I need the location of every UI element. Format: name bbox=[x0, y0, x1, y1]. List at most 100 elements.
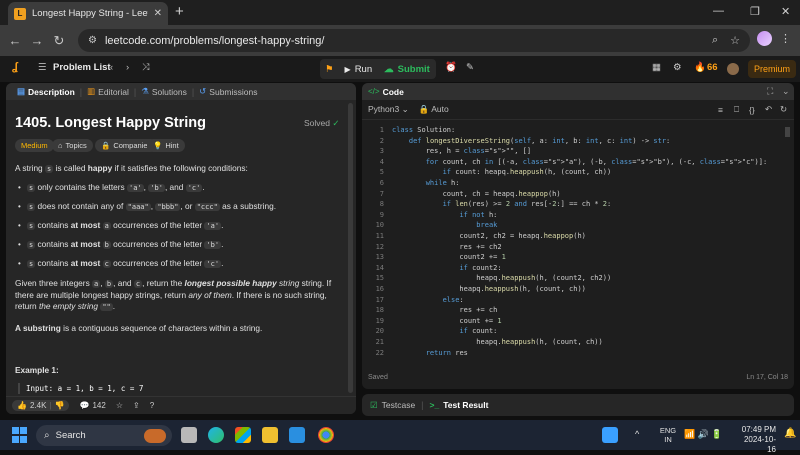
bookmark-star-icon[interactable]: ☆ bbox=[730, 34, 740, 47]
text: Given three integers bbox=[15, 278, 93, 288]
reload-icon[interactable]: ↻ bbox=[48, 33, 70, 49]
profile-avatar[interactable] bbox=[757, 31, 772, 46]
auto-toggle[interactable]: 🔒 Auto bbox=[419, 104, 449, 115]
like-count: 2.4K bbox=[29, 401, 47, 410]
problem-list-link[interactable]: Problem List bbox=[53, 62, 111, 73]
code-line[interactable]: res += ch bbox=[392, 306, 497, 314]
site-info-icon[interactable]: ⚙ bbox=[88, 35, 97, 46]
code-line[interactable]: res, h = class="s">"", [] bbox=[392, 147, 531, 155]
user-avatar[interactable] bbox=[727, 63, 739, 75]
bookmark-icon[interactable]: ⎕ bbox=[734, 104, 739, 115]
next-problem-icon[interactable]: › bbox=[126, 62, 129, 73]
debug-icon[interactable]: ⚑ bbox=[320, 59, 339, 79]
hint-badge[interactable]: 💡 Hint bbox=[147, 139, 185, 152]
problem-title[interactable]: 1405. Longest Happy String bbox=[15, 115, 206, 131]
new-tab-icon[interactable]: + bbox=[175, 4, 184, 20]
tab-test-result[interactable]: >_ Test Result bbox=[430, 400, 489, 410]
like-button[interactable]: 👍 2.4K | 👎 bbox=[12, 400, 70, 411]
language-indicator[interactable]: ENG IN bbox=[658, 426, 678, 444]
code-line[interactable]: res += ch2 bbox=[392, 243, 501, 251]
task-view-icon[interactable] bbox=[181, 427, 197, 443]
inline-code: 'c' bbox=[204, 260, 222, 268]
chrome-icon[interactable] bbox=[318, 427, 334, 443]
comments-button[interactable]: 💬 142 bbox=[79, 401, 105, 410]
notes-icon[interactable]: ✎ bbox=[466, 62, 474, 73]
code-editor[interactable]: 1 class Solution: 2 def longestDiverseStri… bbox=[362, 126, 794, 366]
timer-icon[interactable]: ⏰ bbox=[445, 62, 457, 73]
code-line[interactable]: count2 += 1 bbox=[392, 253, 505, 261]
layout-icon[interactable]: ▦ bbox=[652, 62, 661, 73]
help-icon[interactable]: ? bbox=[150, 401, 154, 410]
code-line[interactable]: return res bbox=[392, 349, 468, 357]
windows-start-icon[interactable] bbox=[12, 427, 28, 443]
reset-icon[interactable]: ↻ bbox=[780, 104, 787, 115]
address-bar[interactable]: ⚙ leetcode.com/problems/longest-happy-st… bbox=[78, 29, 750, 52]
undo-icon[interactable]: ↶ bbox=[765, 104, 772, 115]
share-icon[interactable]: ⇪ bbox=[133, 401, 140, 410]
tab-editorial[interactable]: ▥ Editorial bbox=[82, 86, 134, 97]
tab-description[interactable]: ▤ Description bbox=[12, 86, 80, 97]
editor-scrollbar[interactable] bbox=[785, 127, 790, 137]
taskbar-search[interactable]: ⌕ Search bbox=[36, 425, 172, 446]
topics-badge[interactable]: ⌂ Topics bbox=[52, 139, 93, 152]
tab-submissions[interactable]: ↺ Submissions bbox=[194, 86, 262, 97]
code-line[interactable]: if not h: bbox=[392, 211, 497, 219]
vscode-icon[interactable] bbox=[289, 427, 305, 443]
restore-icon[interactable]: ❐ bbox=[750, 5, 760, 18]
edge-icon[interactable] bbox=[208, 427, 224, 443]
store-icon[interactable] bbox=[235, 427, 251, 443]
run-button[interactable]: ▶ Run bbox=[339, 59, 379, 79]
code-line[interactable]: count, ch = heapq.heappop(h) bbox=[392, 190, 561, 198]
braces-icon[interactable]: {} bbox=[749, 105, 755, 115]
forward-icon[interactable]: → bbox=[26, 33, 48, 48]
browser-tab[interactable]: L Longest Happy String - LeetCod ✕ bbox=[8, 2, 168, 25]
code-line[interactable]: break bbox=[392, 221, 497, 229]
zoom-icon[interactable]: ⌕ bbox=[712, 34, 718, 47]
browser-menu-icon[interactable]: ⋮ bbox=[780, 32, 791, 45]
list-icon: ☰ bbox=[38, 62, 47, 73]
window-close-icon[interactable]: ✕ bbox=[781, 5, 790, 18]
file-explorer-icon[interactable] bbox=[262, 427, 278, 443]
settings-gear-icon[interactable]: ⚙ bbox=[673, 62, 682, 73]
comment-icon: 💬 bbox=[79, 401, 90, 410]
network-volume-battery-icons[interactable]: 📶 🔊 🔋 bbox=[684, 429, 723, 440]
shuffle-icon[interactable]: ⤨ bbox=[142, 62, 150, 73]
language-selector[interactable]: Python3 ⌄ bbox=[368, 104, 409, 115]
code-line[interactable]: if len(res) >= 2 and res[-2:] == ch * 2: bbox=[392, 200, 612, 208]
line-number: 15 bbox=[375, 274, 384, 283]
notifications-bell-icon[interactable]: 🔔 bbox=[784, 428, 796, 439]
tab-testcase[interactable]: ☑ Testcase bbox=[370, 400, 415, 411]
code-line[interactable]: heapq.heappush(h, (count2, ch2)) bbox=[392, 274, 611, 282]
taskbar-clock[interactable]: 07:49 PM 2024-10-16 bbox=[736, 425, 776, 455]
tab-close-icon[interactable]: ✕ bbox=[154, 8, 162, 19]
expand-icon[interactable]: ⛶ bbox=[767, 86, 773, 97]
code-line[interactable]: def longestDiverseString(self, a: int, b… bbox=[392, 137, 670, 145]
code-line[interactable]: if count: bbox=[392, 327, 497, 335]
code-line[interactable]: heapq.heappush(h, (count, ch)) bbox=[392, 285, 585, 293]
code-line[interactable]: heapq.heappush(h, (count, ch)) bbox=[392, 338, 602, 346]
leetcode-logo-icon[interactable]: ʆ bbox=[12, 61, 18, 73]
code-line[interactable]: count2, ch2 = heapq.heappop(h) bbox=[392, 232, 585, 240]
snip-tool-icon[interactable] bbox=[602, 427, 618, 443]
back-icon[interactable]: ← bbox=[4, 33, 26, 48]
collapse-icon[interactable]: ⌄ bbox=[782, 86, 790, 97]
submit-button[interactable]: ☁ Submit bbox=[378, 59, 436, 79]
minimize-icon[interactable]: — bbox=[713, 5, 724, 17]
streak-fire-icon[interactable]: 🔥 bbox=[694, 62, 706, 73]
format-icon[interactable]: ≡ bbox=[718, 105, 723, 115]
code-line[interactable]: else: bbox=[392, 296, 464, 304]
code-line[interactable]: count += 1 bbox=[392, 317, 501, 325]
favorite-star-icon[interactable]: ☆ bbox=[116, 401, 123, 410]
chevron-up-icon[interactable]: ^ bbox=[635, 429, 639, 439]
description-scrollbar[interactable] bbox=[348, 103, 353, 393]
tab-solutions[interactable]: ⚗ Solutions bbox=[136, 86, 192, 97]
code-line[interactable]: class Solution: bbox=[392, 126, 455, 134]
premium-button[interactable]: Premium bbox=[748, 60, 796, 78]
description-footer: 👍 2.4K | 👎 💬 142 ☆ ⇪ ? bbox=[6, 396, 356, 414]
code-line[interactable]: while h: bbox=[392, 179, 460, 187]
code-line[interactable]: if count: heapq.heappush(h, (count, ch)) bbox=[392, 168, 612, 176]
code-line[interactable]: for count, ch in [(-a, class="s">"a"), (… bbox=[392, 158, 767, 166]
prev-problem-icon[interactable]: ‹ bbox=[110, 62, 113, 73]
code-line[interactable]: if count2: bbox=[392, 264, 501, 272]
code-panel: </> Code ⛶ ⌄ Python3 ⌄ 🔒 Auto ≡ ⎕ {} ↶ ↻… bbox=[362, 83, 794, 389]
